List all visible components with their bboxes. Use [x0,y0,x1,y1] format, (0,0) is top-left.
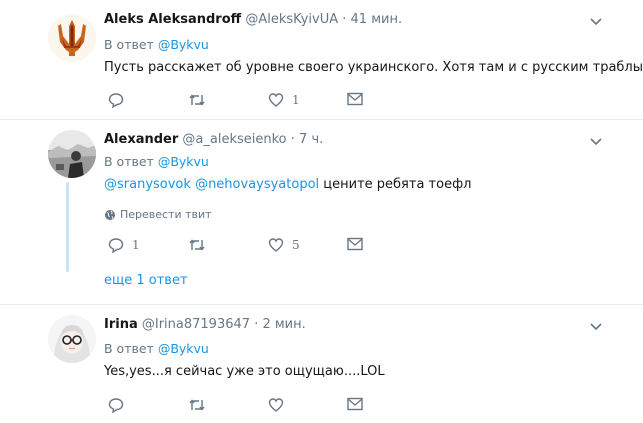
mention-link[interactable]: @sranysovok [104,177,191,192]
envelope-icon [347,237,363,251]
timestamp[interactable]: · 2 мин. [254,317,306,332]
retweet-button[interactable] [188,237,214,253]
reply-context: В ответ @Bykvu [104,154,209,170]
reply-button[interactable] [108,397,132,413]
dm-button[interactable] [347,92,363,106]
avatar[interactable] [48,14,96,62]
mention-link[interactable]: @nehovaysyatopol [195,177,319,192]
reply-button[interactable]: 1 [108,237,140,253]
chevron-down-icon[interactable] [589,320,603,334]
chevron-down-icon[interactable] [589,15,603,29]
like-count: 5 [292,238,300,252]
display-name[interactable]: Alexander [104,132,178,147]
profile-photo [48,315,96,363]
dm-button[interactable] [347,397,363,411]
reply-count: 1 [132,238,140,252]
like-count: 1 [292,93,300,107]
display-name[interactable]: Aleks Aleksandroff [104,12,241,27]
tweet-text: Пусть расскажет об уровне своего украинс… [104,60,643,75]
avatar[interactable] [48,130,96,178]
display-name[interactable]: Irina [104,317,138,332]
tweet-text: @sranysovok @nehovaysyatopol цените ребя… [104,176,472,194]
user-handle[interactable]: @AleksKyivUA [245,12,338,27]
reply-icon [108,398,124,413]
more-replies-link[interactable]: еще 1 ответ [104,273,188,288]
like-button[interactable]: 5 [268,237,300,253]
reply-context: В ответ @Bykvu [104,37,209,53]
avatar[interactable] [48,315,96,363]
heart-icon [268,398,284,412]
reply-icon [108,93,124,108]
reply-to-link[interactable]: @Bykvu [158,154,209,169]
reply-button[interactable] [108,92,132,108]
tweet-3[interactable]: Irina @Irina87193647 · 2 мин. В ответ @B… [0,305,643,423]
reply-icon [108,238,124,253]
retweet-button[interactable] [188,397,214,413]
chevron-down-icon[interactable] [589,135,603,149]
reply-to-link[interactable]: @Bykvu [158,37,209,52]
dm-button[interactable] [347,237,363,251]
tweet-text: Yes,yes...я сейчас уже это ощущаю....LOL [104,364,385,379]
reply-prefix: В ответ [104,37,154,52]
envelope-icon [347,397,363,411]
reply-prefix: В ответ [104,154,154,169]
globe-icon [105,209,115,220]
tweet-2[interactable]: Alexander @a_alekseienko · 7 ч. В ответ … [0,120,643,304]
tweet-text-rest: цените ребята тоефл [319,177,472,192]
heart-icon [268,93,284,107]
user-handle[interactable]: @a_alekseienko [182,132,286,147]
profile-photo [48,130,96,178]
retweet-icon [189,399,205,411]
timestamp[interactable]: · 41 мин. [342,12,402,27]
like-button[interactable]: 1 [268,92,300,108]
user-handle[interactable]: @Irina87193647 [142,317,250,332]
reply-to-link[interactable]: @Bykvu [158,341,209,356]
thread-line [66,182,69,272]
tweet-header: Irina @Irina87193647 · 2 мин. [104,317,306,333]
tweet-1[interactable]: Aleks Aleksandroff @AleksKyivUA · 41 мин… [0,0,643,119]
reply-prefix: В ответ [104,341,154,356]
heart-icon [268,238,284,252]
like-button[interactable] [268,397,292,413]
tweet-header: Alexander @a_alekseienko · 7 ч. [104,132,323,148]
trident-logo [48,14,96,62]
translate-link[interactable]: Перевести твит [104,208,212,221]
retweet-button[interactable] [188,92,214,108]
timestamp[interactable]: · 7 ч. [291,132,323,147]
tweet-header: Aleks Aleksandroff @AleksKyivUA · 41 мин… [104,12,402,28]
translate-label[interactable]: Перевести твит [120,208,212,221]
retweet-icon [189,94,205,106]
retweet-icon [189,239,205,251]
reply-context: В ответ @Bykvu [104,341,209,357]
envelope-icon [347,92,363,106]
